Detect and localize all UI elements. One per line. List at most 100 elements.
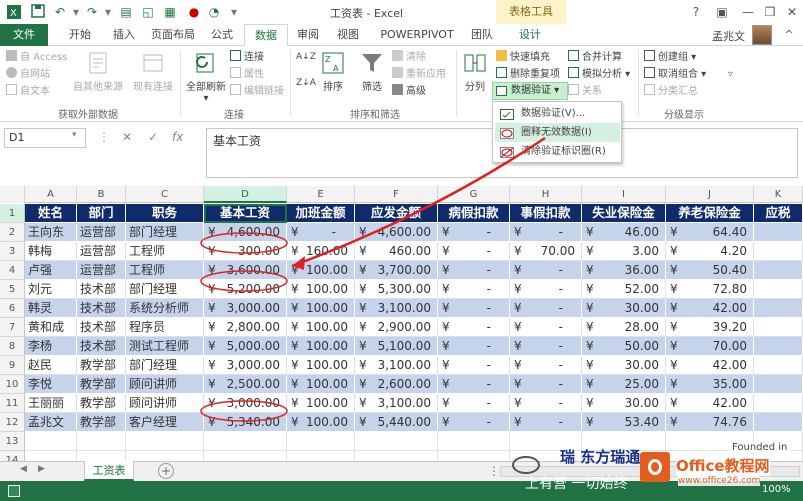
name-box-dropdown-icon[interactable]: ▾ <box>72 130 77 140</box>
row-header[interactable]: 4 <box>0 261 25 280</box>
tab-formulas[interactable]: 公式 <box>204 24 240 46</box>
currency-cell[interactable]: ¥4,600.00 <box>355 223 438 242</box>
currency-cell[interactable]: ¥4.20 <box>666 242 754 261</box>
tab-powerpivot[interactable]: POWERPIVOT <box>372 24 462 46</box>
currency-cell[interactable]: ¥3,100.00 <box>355 394 438 413</box>
currency-cell[interactable]: ¥ - <box>438 242 510 261</box>
column-header-f[interactable]: F <box>355 186 438 203</box>
currency-cell[interactable]: ¥ - <box>438 299 510 318</box>
table-cell[interactable]: 系统分析师 <box>126 299 204 318</box>
column-header-d[interactable]: D <box>204 186 287 203</box>
tab-split-handle-icon[interactable]: ⋮ <box>488 464 500 478</box>
next-sheet-icon[interactable]: ▶ <box>38 464 45 474</box>
currency-cell[interactable]: ¥5,100.00 <box>355 337 438 356</box>
table-cell[interactable]: 工程师 <box>126 261 204 280</box>
currency-cell[interactable]: ¥3,100.00 <box>355 356 438 375</box>
flash-fill-button[interactable]: 快速填充 <box>496 50 550 65</box>
base-salary-cell[interactable]: ¥5,000.00 <box>204 337 287 356</box>
base-salary-cell[interactable]: ¥3,000.00 <box>204 394 287 413</box>
tab-insert[interactable]: 插入 <box>104 24 144 46</box>
currency-cell[interactable]: ¥ - <box>438 223 510 242</box>
column-header-e[interactable]: E <box>287 186 355 203</box>
currency-cell[interactable]: ¥3,100.00 <box>355 299 438 318</box>
table-cell[interactable] <box>754 299 803 318</box>
currency-cell[interactable]: ¥ - <box>510 413 582 432</box>
currency-cell[interactable]: ¥74.76 <box>666 413 754 432</box>
column-heading[interactable]: 基本工资 <box>204 204 287 223</box>
currency-cell[interactable]: ¥100.00 <box>287 413 355 432</box>
table-cell[interactable]: 程序员 <box>126 318 204 337</box>
row-header[interactable]: 2 <box>0 223 25 242</box>
empty-cell[interactable] <box>25 432 77 451</box>
column-heading[interactable]: 事假扣款 <box>510 204 582 223</box>
table-cell[interactable]: 工程师 <box>126 242 204 261</box>
currency-cell[interactable]: ¥42.00 <box>666 356 754 375</box>
sort-button[interactable]: Z A 排序 <box>318 50 348 93</box>
currency-cell[interactable]: ¥53.40 <box>582 413 666 432</box>
empty-cell[interactable] <box>77 432 126 451</box>
qat-customize-icon[interactable]: ▾ <box>226 4 242 20</box>
row-header[interactable]: 1 <box>0 204 25 223</box>
currency-cell[interactable]: ¥50.40 <box>666 261 754 280</box>
from-web-button[interactable]: 自网站 <box>6 67 50 82</box>
table-cell[interactable]: 运营部 <box>77 261 126 280</box>
tab-view[interactable]: 视图 <box>330 24 366 46</box>
cancel-formula-button[interactable]: ✕ <box>122 130 132 144</box>
table-cell[interactable]: 教学部 <box>77 356 126 375</box>
tab-data[interactable]: 数据 <box>244 24 288 47</box>
currency-cell[interactable]: ¥42.00 <box>666 299 754 318</box>
clear-filter-button[interactable]: 清除 <box>392 50 426 65</box>
row-header[interactable]: 11 <box>0 394 25 413</box>
currency-cell[interactable]: ¥100.00 <box>287 375 355 394</box>
data-validation-button[interactable]: 数据验证 ▾ <box>492 82 568 100</box>
text-to-columns-button[interactable]: 分列 <box>460 50 490 93</box>
currency-cell[interactable]: ¥ - <box>510 375 582 394</box>
select-all-corner[interactable] <box>0 186 25 203</box>
table-cell[interactable]: 技术部 <box>77 299 126 318</box>
currency-cell[interactable]: ¥100.00 <box>287 299 355 318</box>
table-cell[interactable]: 王丽丽 <box>25 394 77 413</box>
currency-cell[interactable]: ¥ - <box>438 375 510 394</box>
menu-item-data-validation[interactable]: 数据验证(V)... <box>495 104 620 123</box>
prev-sheet-icon[interactable]: ◀ <box>20 464 27 474</box>
column-header-g[interactable]: G <box>438 186 510 203</box>
base-salary-cell[interactable]: ¥3,000.00 <box>204 356 287 375</box>
tab-team[interactable]: 团队 <box>466 24 498 46</box>
column-heading[interactable]: 病假扣款 <box>438 204 510 223</box>
currency-cell[interactable]: ¥ - <box>438 318 510 337</box>
user-name[interactable]: 孟兆文 <box>712 28 745 44</box>
reapply-button[interactable]: 重新应用 <box>392 67 446 82</box>
ribbon-display-icon[interactable]: ▣ <box>708 2 736 22</box>
remove-duplicates-button[interactable]: 删除重复项 <box>496 67 560 82</box>
enter-formula-button[interactable]: ✓ <box>148 130 158 144</box>
table-cell[interactable]: 部门经理 <box>126 356 204 375</box>
table-cell[interactable] <box>754 318 803 337</box>
currency-cell[interactable]: ¥ - <box>287 223 355 242</box>
currency-cell[interactable]: ¥72.80 <box>666 280 754 299</box>
table-cell[interactable]: 技术部 <box>77 337 126 356</box>
base-salary-cell[interactable]: ¥5,200.00 <box>204 280 287 299</box>
from-text-button[interactable]: 自文本 <box>6 84 50 99</box>
connections-button[interactable]: 连接 <box>230 50 264 65</box>
base-salary-cell[interactable]: ¥4,600.00 <box>204 223 287 242</box>
currency-cell[interactable]: ¥64.40 <box>666 223 754 242</box>
table-cell[interactable]: 黄和成 <box>25 318 77 337</box>
table-cell[interactable] <box>754 242 803 261</box>
currency-cell[interactable]: ¥160.00 <box>287 242 355 261</box>
table-cell[interactable]: 技术部 <box>77 280 126 299</box>
currency-cell[interactable]: ¥35.00 <box>666 375 754 394</box>
currency-cell[interactable]: ¥70.00 <box>666 337 754 356</box>
table-cell[interactable]: 李杨 <box>25 337 77 356</box>
tab-review[interactable]: 审阅 <box>292 24 324 46</box>
currency-cell[interactable]: ¥100.00 <box>287 318 355 337</box>
empty-cell[interactable] <box>355 432 438 451</box>
table-cell[interactable]: 教学部 <box>77 375 126 394</box>
empty-cell[interactable] <box>204 451 287 461</box>
currency-cell[interactable]: ¥ - <box>510 261 582 280</box>
help-icon[interactable]: ? <box>682 2 710 22</box>
row-header[interactable]: 8 <box>0 337 25 356</box>
undo-icon[interactable]: ↶ <box>52 4 68 20</box>
empty-cell[interactable] <box>438 451 510 461</box>
tab-file[interactable]: 文件 <box>0 24 48 46</box>
outline-dialog-launcher-icon[interactable]: ▿ <box>728 68 733 82</box>
